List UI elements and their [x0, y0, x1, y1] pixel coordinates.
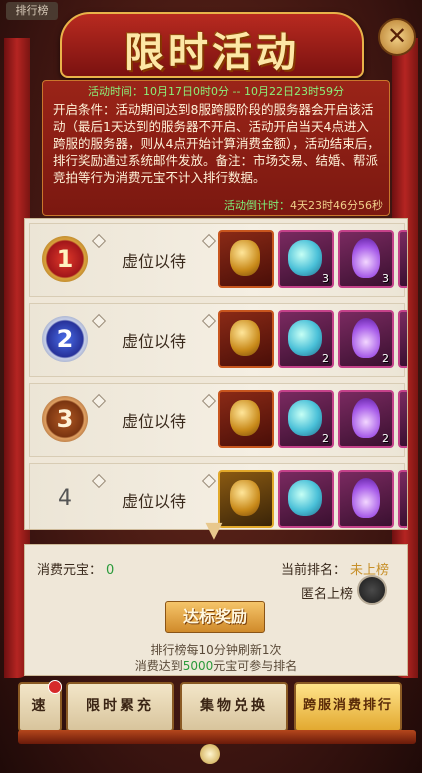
- reward-item[interactable]: 3: [338, 230, 394, 288]
- diamond-icon: [91, 233, 107, 249]
- reward-count: 2: [322, 352, 329, 365]
- flame-icon: [352, 398, 380, 438]
- diamond-icon: [201, 233, 217, 249]
- token-icon: [230, 480, 260, 516]
- reward-item-partial: [398, 230, 407, 288]
- reward-item-partial: [398, 470, 407, 528]
- bottom-rail: [18, 730, 416, 744]
- rank-number-4: 4: [58, 486, 72, 511]
- consumed-value: 0: [106, 563, 115, 578]
- reward-item[interactable]: 2: [338, 310, 394, 368]
- jade-icon: [288, 320, 322, 356]
- my-rank-panel: 消费元宝： 0 当前排名： 未上榜 匿名上榜 达标奖励 排行榜每10分钟刷新1次 消…: [24, 544, 408, 676]
- rank-medal-1: 1: [42, 236, 88, 282]
- reward-item-partial: [398, 310, 407, 368]
- tab-exchange[interactable]: 集物兑换: [180, 682, 288, 732]
- diamond-icon: [91, 313, 107, 329]
- anonymous-toggle[interactable]: [357, 575, 387, 605]
- title-banner: 限时活动: [60, 12, 364, 78]
- close-button[interactable]: ✕: [378, 18, 416, 56]
- rank-player-name: 虚位以待: [122, 412, 187, 431]
- rank-player-name: 虚位以待: [122, 332, 187, 351]
- jade-icon: [288, 480, 322, 516]
- token-icon: [230, 240, 260, 276]
- reward-item-partial: [398, 390, 407, 448]
- current-rank-label: 当前排名：: [280, 563, 346, 578]
- reward-item[interactable]: [338, 470, 394, 528]
- eligibility-note: 消费达到5000元宝可参与排名: [134, 659, 298, 673]
- tab-cross-server-ranking[interactable]: 跨服消费排行: [294, 682, 402, 732]
- reward-list: [218, 470, 407, 528]
- eligibility-amount: 5000: [182, 659, 214, 673]
- reward-list: 2 2: [218, 390, 407, 448]
- reward-item[interactable]: [218, 230, 274, 288]
- diamond-icon: [201, 393, 217, 409]
- milestone-reward-button[interactable]: 达标奖励: [165, 601, 265, 633]
- rank-list[interactable]: 1 虚位以待 3 3 2 虚位以待 2 2 3 虚位以待 2 2 4 虚位以待: [24, 218, 408, 530]
- diamond-icon: [91, 393, 107, 409]
- rank-player-name: 虚位以待: [122, 252, 187, 271]
- flame-icon: [352, 238, 380, 278]
- reward-item[interactable]: [278, 470, 334, 528]
- countdown-label: 活动倒计时：: [224, 199, 290, 212]
- token-icon: [230, 320, 260, 356]
- activity-time: 活动时间：10月17日0时0分 -- 10月22日23时59分: [88, 85, 344, 98]
- token-icon: [230, 400, 260, 436]
- countdown: 活动倒计时：4天23时46分56秒: [224, 197, 383, 213]
- diamond-icon: [91, 473, 107, 489]
- scroll-down-icon[interactable]: ▼: [194, 520, 234, 542]
- reward-count: 3: [322, 272, 329, 285]
- reward-item[interactable]: 2: [278, 390, 334, 448]
- reward-item[interactable]: 2: [338, 390, 394, 448]
- flame-icon: [352, 478, 380, 518]
- anonymous-label: 匿名上榜: [300, 587, 353, 602]
- consumed-ingots: 消费元宝： 0: [37, 559, 114, 578]
- reward-count: 3: [382, 272, 389, 285]
- reward-item[interactable]: 3: [278, 230, 334, 288]
- ornament-icon: [200, 744, 220, 764]
- countdown-value: 4天23时46分56秒: [290, 199, 383, 212]
- consumed-label: 消费元宝：: [37, 563, 103, 578]
- rank-player-name: 虚位以待: [122, 492, 187, 511]
- reward-count: 2: [382, 352, 389, 365]
- rank-row: 3 虚位以待 2 2: [29, 383, 407, 457]
- reward-item[interactable]: [218, 310, 274, 368]
- close-icon: ✕: [386, 22, 408, 50]
- reward-item[interactable]: 2: [278, 310, 334, 368]
- refresh-note: 排行榜每10分钟刷新1次: [150, 643, 282, 657]
- activity-window: 限时活动 ✕ 活动时间：10月17日0时0分 -- 10月22日23时59分 开…: [4, 8, 418, 764]
- notification-dot-icon: [48, 680, 62, 694]
- activity-info: 活动时间：10月17日0时0分 -- 10月22日23时59分 开启条件：活动期…: [42, 80, 390, 216]
- tab-speed[interactable]: 速: [18, 680, 62, 732]
- window-title: 限时活动: [124, 29, 300, 76]
- rank-row: 1 虚位以待 3 3: [29, 223, 407, 297]
- reward-count: 2: [322, 432, 329, 445]
- jade-icon: [288, 400, 322, 436]
- rank-medal-3: 3: [42, 396, 88, 442]
- jade-icon: [288, 240, 322, 276]
- diamond-icon: [201, 313, 217, 329]
- reward-list: 3 3: [218, 230, 407, 288]
- activity-tabs: 速 限时累充 集物兑换 跨服消费排行: [18, 680, 416, 732]
- reward-list: 2 2: [218, 310, 407, 368]
- tab-recharge[interactable]: 限时累充: [66, 682, 174, 732]
- reward-item[interactable]: [218, 390, 274, 448]
- rank-row: 2 虚位以待 2 2: [29, 303, 407, 377]
- rank-medal-2: 2: [42, 316, 88, 362]
- flame-icon: [352, 318, 380, 358]
- diamond-icon: [201, 473, 217, 489]
- activity-description: 开启条件：活动期间达到8服跨服阶段的服务器会开启该活动（最后1天达到的服务器不开…: [53, 102, 380, 185]
- reward-count: 2: [382, 432, 389, 445]
